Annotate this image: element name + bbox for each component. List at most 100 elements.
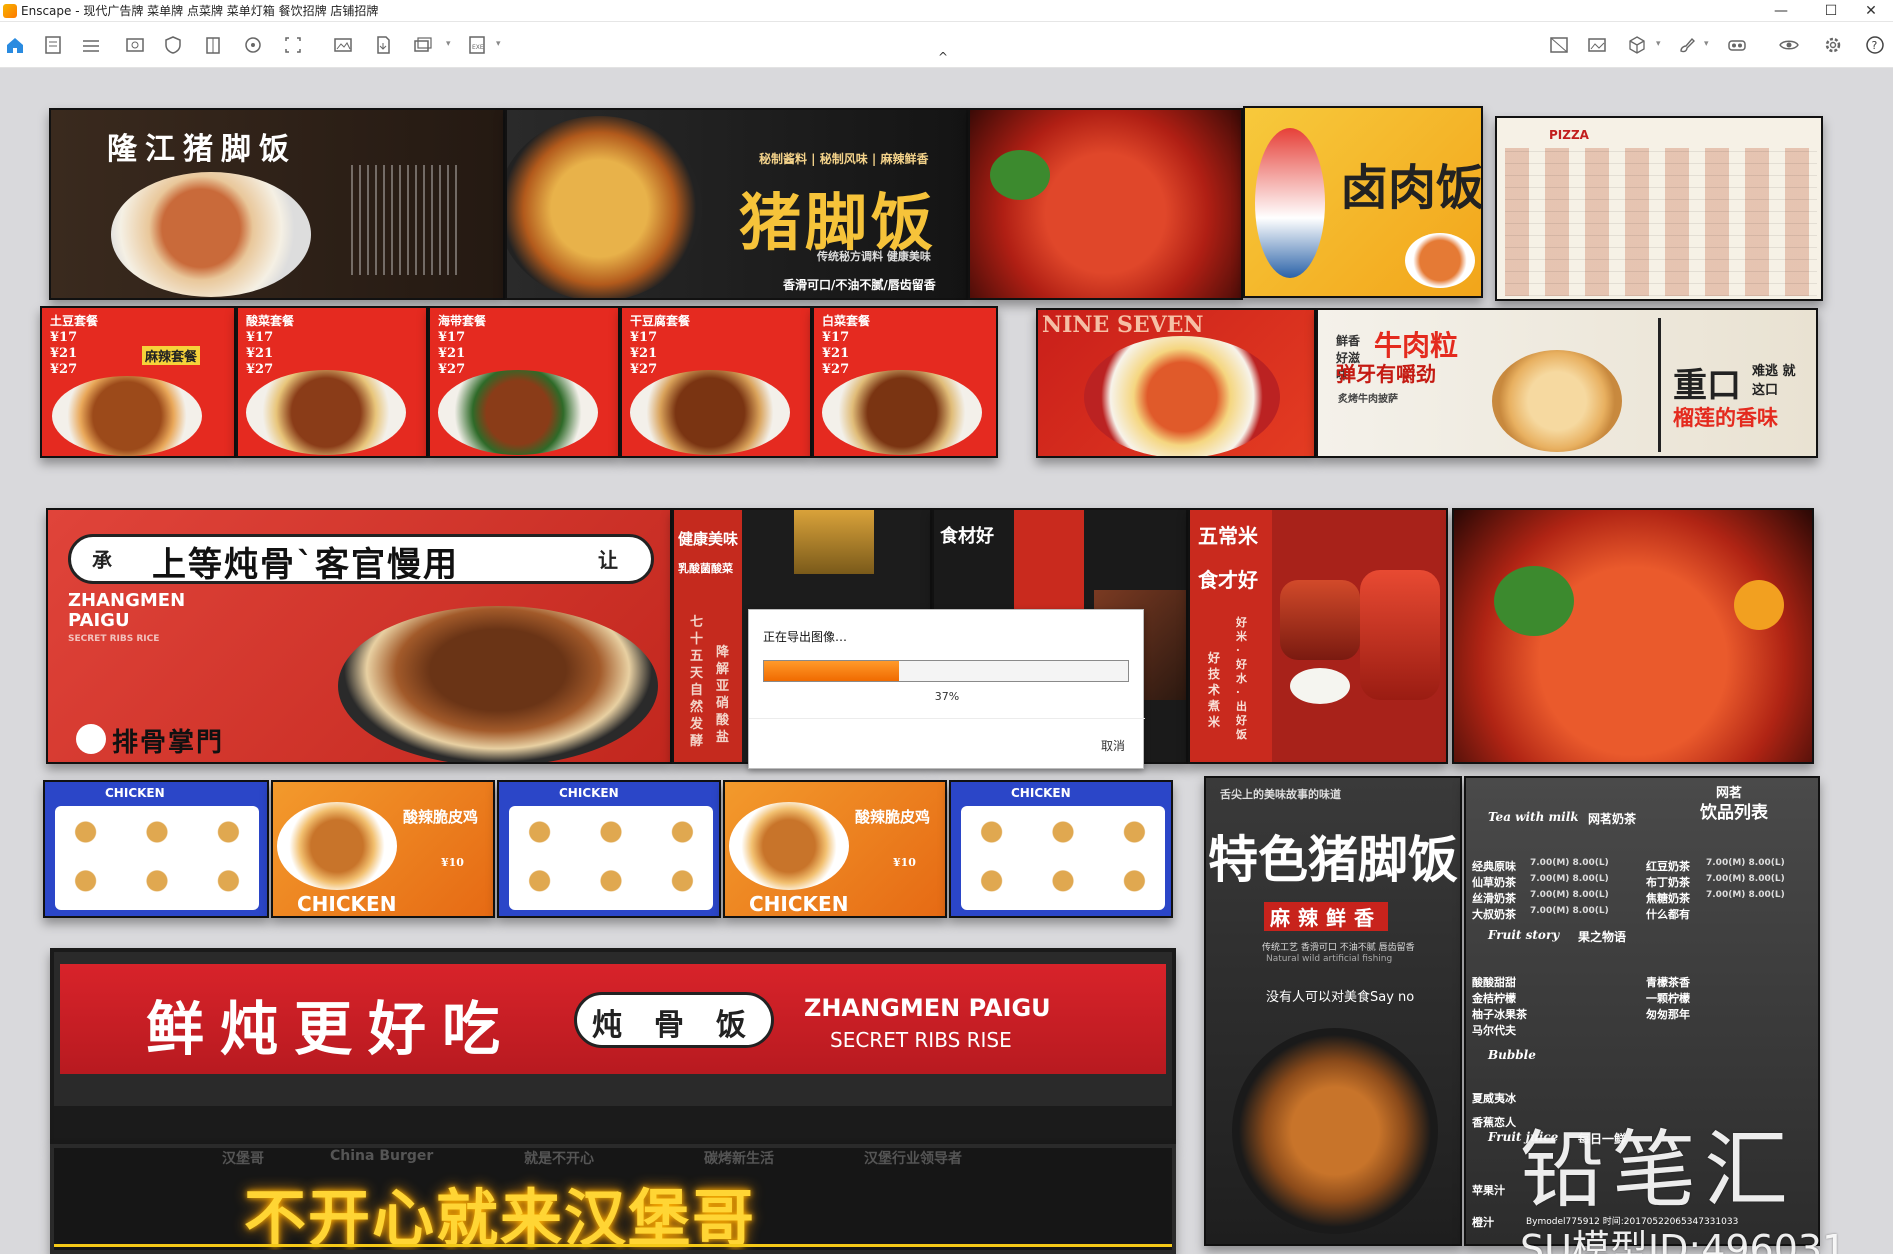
xiandun-badge-1: 炖 [592, 1008, 622, 1043]
jiankang-col1: 七十五天自然发酵 [690, 615, 704, 749]
minimize-button[interactable]: — [1758, 0, 1804, 22]
nineseven-text: NINE SEVEN [1042, 312, 1204, 338]
sign-combo-5: 白菜套餐 ¥17 ¥21 ¥27 [812, 306, 998, 458]
drinks-juice-l2: 橙汁 [1472, 1216, 1494, 1229]
exe-export-icon[interactable]: EXE [466, 34, 488, 56]
bim-list-icon[interactable] [80, 34, 102, 56]
eye-settings-icon[interactable] [1778, 34, 1800, 56]
brush-icon[interactable] [1676, 34, 1698, 56]
export-progress-percent: 37% [934, 690, 960, 703]
combo-bowl [438, 370, 598, 455]
tese-pot [1232, 1028, 1438, 1234]
batch-dropdown-icon[interactable]: ▾ [446, 39, 451, 49]
building-icon[interactable] [202, 34, 224, 56]
durian-divider [1658, 318, 1661, 452]
render-viewport[interactable]: 隆江猪脚饭 秘制酱料 | 秘制风味 | 麻辣鲜香 猪脚饭 传统秘方调料 健康美味… [0, 68, 1893, 1254]
drinks-price-l4: 7.00(M) 8.00(L) [1530, 906, 1609, 916]
chicken-promo-title: 酸辣脆皮鸡 [855, 808, 931, 826]
combo-bowl [630, 370, 790, 455]
sign-chicken-promo-1: 酸辣脆皮鸡 ¥10 CHICKEN [271, 780, 495, 918]
drinks-price-r2: 7.00(M) 8.00(L) [1706, 874, 1785, 884]
drinks-bubble-en: Bubble [1488, 1048, 1536, 1062]
tese-note: 传统工艺 香滑可口 不油不腻 唇齿留香 [1262, 943, 1415, 953]
gallery-icon[interactable] [1586, 34, 1608, 56]
drinks-row-l3: 丝滑奶茶 [1472, 892, 1516, 905]
combo-price-1: ¥17 [438, 330, 466, 345]
tese-say: 没有人可以对美食Say no [1266, 990, 1415, 1005]
batch-icon[interactable] [412, 34, 434, 56]
paigu-left-seal: 承 [92, 548, 112, 572]
tese-title: 特色猪脚饭 [1208, 830, 1458, 889]
chicken-promo-label: CHICKEN [749, 892, 849, 916]
zhujiaofan-tags: 秘制酱料 | 秘制风味 | 麻辣鲜香 [759, 152, 929, 166]
exe-dropdown-icon[interactable]: ▾ [496, 39, 501, 49]
drinks-fruit-r3: 匆匆那年 [1646, 1008, 1690, 1021]
collapse-toolbar-icon[interactable]: ^ [938, 50, 948, 64]
view-icon[interactable] [124, 34, 146, 56]
sign-tese-poster: 舌尖上的美味故事的味道 特色猪脚饭 麻辣鲜香 传统工艺 香滑可口 不油不腻 唇齿… [1204, 776, 1462, 1246]
sign-chicken-menu-2: CHICKEN [497, 780, 721, 918]
asset-library-icon[interactable] [1548, 34, 1570, 56]
luchifan-title: 卤肉饭 [1340, 160, 1483, 216]
tese-sub: 麻辣鲜香 [1264, 902, 1388, 931]
burger-tab-1: 汉堡哥 [222, 1151, 264, 1167]
sign-longjiang: 隆江猪脚饭 [49, 108, 505, 300]
trotter-greens [990, 150, 1050, 200]
document-icon[interactable] [42, 34, 64, 56]
drinks-fruit-r2: 一颗柠檬 [1646, 992, 1690, 1005]
drinks-fruit-l1: 酸酸甜甜 [1472, 976, 1516, 989]
xiandun-en2: SECRET RIBS RISE [830, 1028, 1012, 1052]
brush-dropdown-icon[interactable]: ▾ [1704, 39, 1709, 49]
drinks-row-r2: 布丁奶茶 [1646, 876, 1690, 889]
cancel-export-button[interactable]: 取消 [1101, 737, 1125, 754]
capture-icon[interactable] [282, 34, 304, 56]
combo-price-2: ¥21 [246, 346, 274, 361]
beef-desc: 炙烤牛肉披萨 [1338, 394, 1398, 405]
combo-price-2: ¥21 [50, 346, 78, 361]
home-icon[interactable] [4, 34, 26, 56]
combo-price-3: ¥27 [50, 362, 78, 377]
shield-icon[interactable] [162, 34, 184, 56]
gear-icon[interactable] [1822, 34, 1844, 56]
materials-icon[interactable] [242, 34, 264, 56]
jiankang-title: 健康美味 [678, 530, 739, 548]
export-dialog-title: 正在导出图像… [763, 630, 848, 644]
combo-title: 海带套餐 [438, 314, 487, 328]
box-icon[interactable] [1626, 34, 1648, 56]
burger-tab-5: 汉堡行业领导者 [864, 1151, 962, 1167]
drinks-row-r4: 什么都有 [1646, 908, 1690, 921]
longjiang-bowl [111, 172, 311, 297]
export-dialog-divider [749, 718, 1145, 719]
beef-sub: 弹牙有嚼劲 [1336, 362, 1436, 386]
combo-price-3: ¥27 [630, 362, 658, 377]
combo-bowl [822, 370, 982, 455]
jiankang-jar [794, 510, 874, 574]
combo-price-2: ¥21 [822, 346, 850, 361]
combo-price-1: ¥17 [630, 330, 658, 345]
zhujiaofan-bottom: 香滑可口/不油不腻/唇齿留香 [783, 278, 936, 292]
beef-pizza [1492, 350, 1622, 452]
sign-wuchang: 五常米 食才好 好技术煮米 好米·好水·出好饭 [1188, 508, 1448, 764]
export-icon[interactable] [372, 34, 394, 56]
tese-en: Natural wild artificial fishing [1266, 954, 1393, 964]
combo-title: 白菜套餐 [822, 314, 871, 328]
sign-chicken-promo-2: 酸辣脆皮鸡 ¥10 CHICKEN [723, 780, 947, 918]
drinks-price-r3: 7.00(M) 8.00(L) [1706, 890, 1785, 900]
chicken-promo-plate [277, 802, 397, 890]
image-icon[interactable] [332, 34, 354, 56]
pizza-title: PIZZA [1549, 128, 1589, 142]
drinks-fruit-r1: 青檬茶香 [1646, 976, 1690, 989]
sign-chicken-menu-3: CHICKEN [949, 780, 1173, 918]
close-button[interactable]: ✕ [1848, 0, 1893, 22]
svg-text:?: ? [1872, 39, 1878, 52]
drinks-price-r1: 7.00(M) 8.00(L) [1706, 858, 1785, 868]
durian-small: 难逃 就这口 [1752, 364, 1796, 398]
chicken-menu-grid [55, 806, 259, 910]
sign-zhujiaofan: 秘制酱料 | 秘制风味 | 麻辣鲜香 猪脚饭 传统秘方调料 健康美味 香滑可口/… [505, 108, 968, 300]
burger-tab-4: 碳烤新生活 [704, 1151, 774, 1167]
chicken-promo-price: ¥10 [441, 856, 464, 869]
help-icon[interactable]: ? [1864, 34, 1886, 56]
box-dropdown-icon[interactable]: ▾ [1656, 39, 1661, 49]
combo-price-2: ¥21 [630, 346, 658, 361]
vr-headset-icon[interactable] [1726, 34, 1748, 56]
